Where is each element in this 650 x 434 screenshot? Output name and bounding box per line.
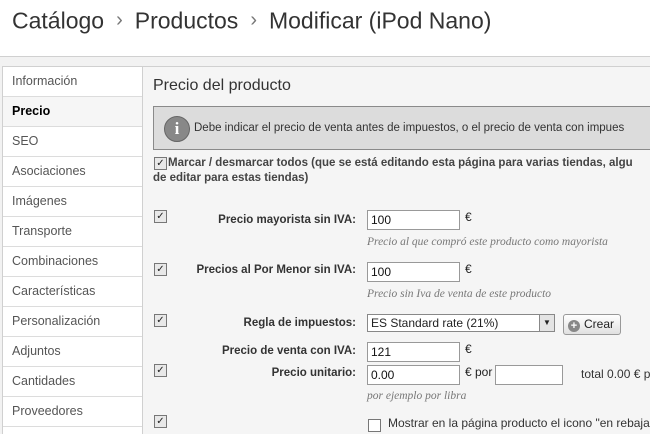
final-price-label: Precio de venta con IVA: [222,345,356,357]
tax-rule-select[interactable]: ES Standard rate (21%) ▼ [367,314,555,332]
unit-price-total: total 0.00 € p [581,367,650,381]
unit-price-shop-checkbox[interactable]: ✓ [154,364,167,377]
plus-icon: + [568,320,580,332]
sidebar-item-caracteristicas[interactable]: Características [3,277,143,307]
unit-price-hint: por ejemplo por libra [367,390,467,402]
price-panel: Precio del producto i Debe indicar el pr… [142,66,650,434]
sidebar-item-imagenes[interactable]: Imágenes [3,187,143,217]
retail-price-label: Precios al Por Menor sin IVA: [196,264,356,276]
on-sale-label: Mostrar en la página producto el icono "… [388,416,650,430]
sidebar-item-cantidades[interactable]: Cantidades [3,367,143,397]
wholesale-price-label: Precio mayorista sin IVA: [218,214,356,226]
retail-price-input[interactable]: 100 [367,262,460,282]
sidebar-item-personalizacion[interactable]: Personalización [3,307,143,337]
info-icon: i [164,116,190,142]
breadcrumb-catalog[interactable]: Catálogo [12,7,104,33]
sidebar-item-adjuntos[interactable]: Adjuntos [3,337,143,367]
sidebar-item-combinaciones[interactable]: Combinaciones [3,247,143,277]
dropdown-arrow-icon: ▼ [539,315,554,331]
retail-currency: € [465,262,472,276]
wholesale-price-input[interactable]: 100 [367,210,460,230]
breadcrumb-products[interactable]: Productos [135,7,239,33]
unit-input[interactable] [495,365,563,385]
sidebar-item-precio[interactable]: Precio [3,97,143,127]
unit-price-label: Precio unitario: [271,367,356,379]
sidebar-item-asociaciones[interactable]: Asociaciones [3,157,143,187]
wholesale-price-hint: Precio al que compró este producto como … [367,236,608,248]
wholesale-shop-checkbox[interactable]: ✓ [154,210,167,223]
tax-rule-label: Regla de impuestos: [243,317,356,329]
mark-all-label: Marcar / desmarcar todos (que se está ed… [153,157,633,184]
info-alert: i Debe indicar el precio de venta antes … [153,106,650,150]
sidebar-item-seo[interactable]: SEO [3,127,143,157]
chevron-right-icon: › [116,9,123,32]
chevron-right-icon: › [250,9,257,32]
mark-all-checkbox[interactable]: ✓ [154,157,167,170]
unit-price-per-label: € por [465,365,493,379]
retail-price-hint: Precio sin Iva de venta de este producto [367,288,552,300]
unit-price-input[interactable]: 0.00 [367,365,460,385]
wholesale-currency: € [465,210,472,224]
page-header: Catálogo › Productos › Modificar (iPod Nano) [0,0,650,57]
product-tabs-sidebar: Información Precio SEO Asociaciones Imág… [2,66,144,434]
breadcrumb-current: Modificar (iPod Nano) [268,7,492,34]
sidebar-item-informacion[interactable]: Información [3,67,143,97]
retail-shop-checkbox[interactable]: ✓ [154,263,167,276]
info-message: Debe indicar el precio de venta antes de… [194,122,625,134]
sidebar-item-proveedores[interactable]: Proveedores [3,397,143,427]
final-price-currency: € [465,342,472,356]
panel-title: Precio del producto [153,77,291,94]
on-sale-shop-checkbox[interactable]: ✓ [154,415,167,428]
on-sale-checkbox[interactable] [368,419,381,432]
final-price-input[interactable]: 121 [367,342,460,362]
create-tax-rule-button[interactable]: + Crear [563,314,622,335]
sidebar-item-transporte[interactable]: Transporte [3,217,143,247]
breadcrumb: Catálogo › Productos › Modificar (iPod Nano) [12,6,491,34]
tax-shop-checkbox[interactable]: ✓ [154,314,167,327]
